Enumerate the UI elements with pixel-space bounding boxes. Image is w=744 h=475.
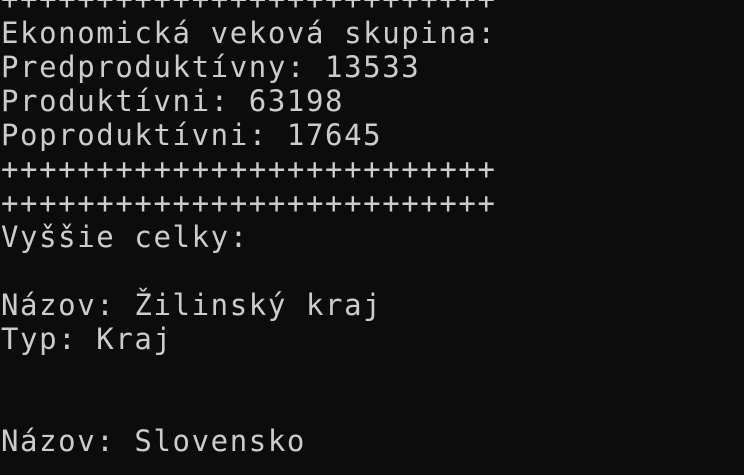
productive-count: Produktívni: 63198	[1, 84, 345, 118]
postproductive-count: Poproduktívni: 17645	[1, 118, 383, 152]
section-heading-higher-units: Vyššie celky:	[1, 220, 249, 254]
console-output[interactable]: ++++++++++++++++++++++++++ Ekonomická ve…	[0, 0, 744, 458]
unit-name: Názov: Žilinský kraj	[1, 288, 383, 322]
unit-name: Názov: Slovensko	[1, 424, 306, 458]
section-heading-economic-age-group: Ekonomická veková skupina:	[1, 16, 497, 50]
preproductive-count: Predproduktívny: 13533	[1, 50, 421, 84]
separator-line: ++++++++++++++++++++++++++	[1, 186, 497, 220]
separator-line: ++++++++++++++++++++++++++	[1, 152, 497, 186]
separator-line: ++++++++++++++++++++++++++	[1, 0, 744, 16]
unit-type: Typ: Kraj	[1, 322, 173, 356]
